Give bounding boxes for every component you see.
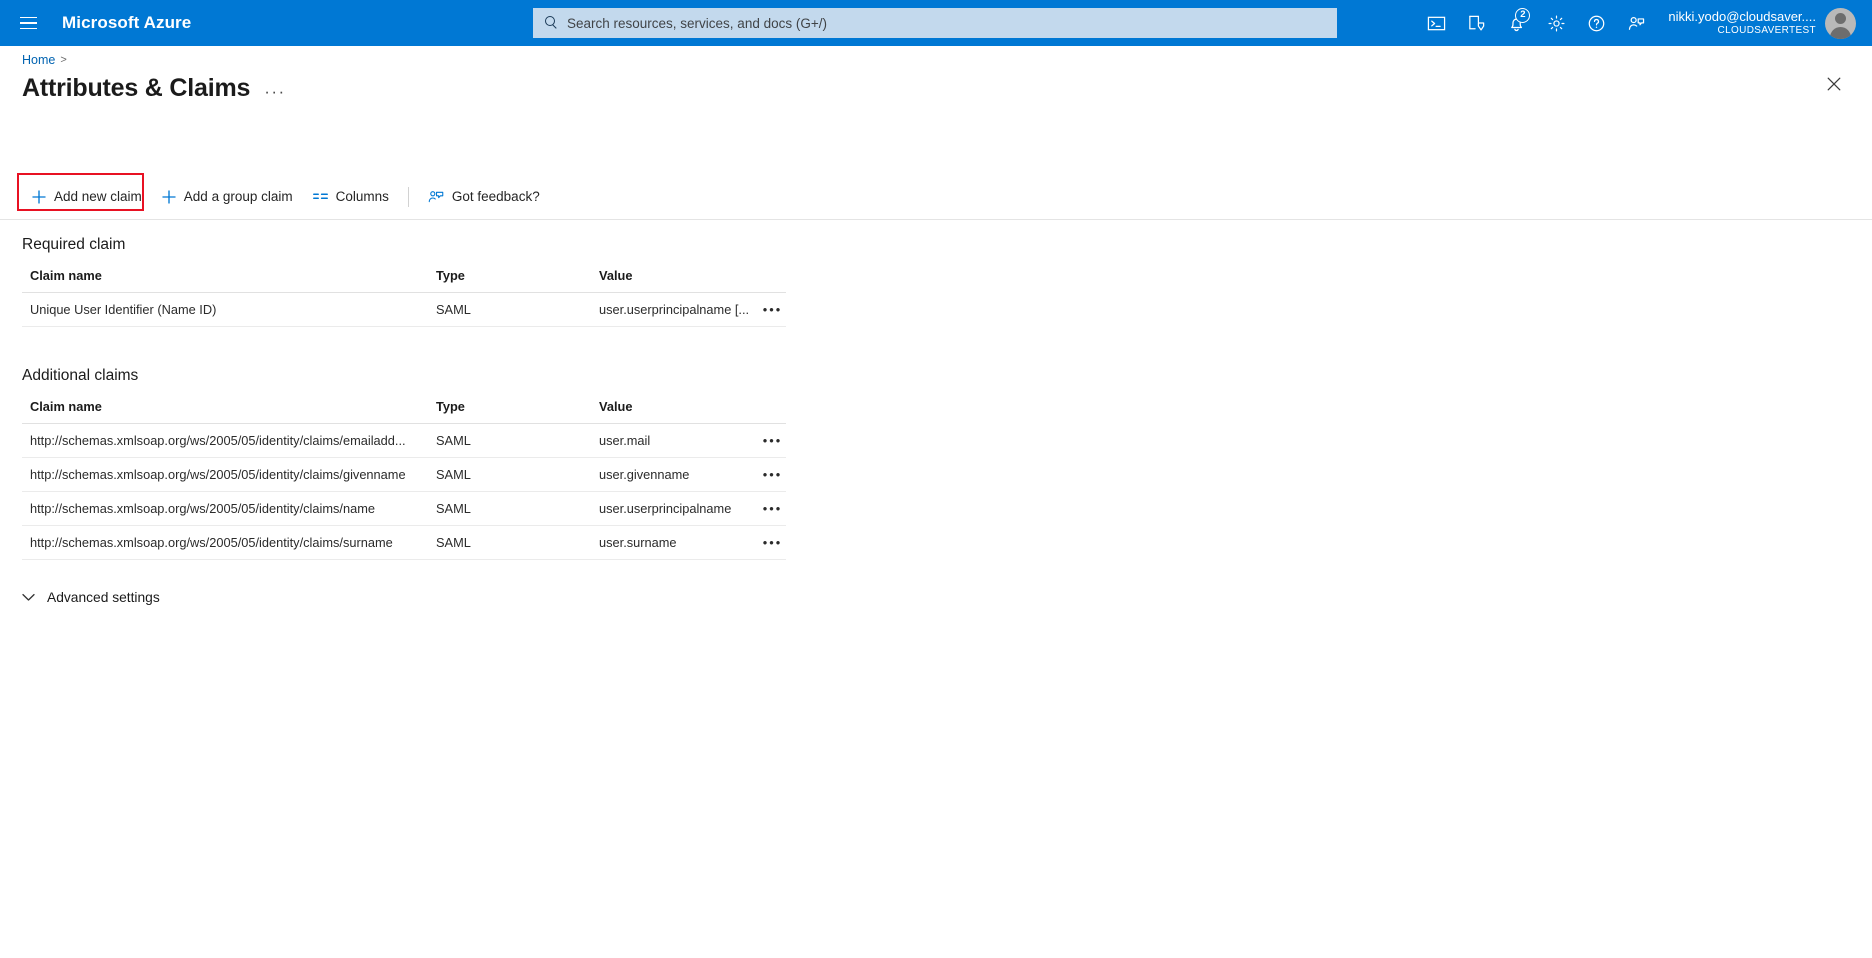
- row-context-menu-icon[interactable]: •••: [751, 526, 786, 560]
- cell-claim-name: http://schemas.xmlsoap.org/ws/2005/05/id…: [22, 492, 428, 526]
- table-row[interactable]: http://schemas.xmlsoap.org/ws/2005/05/id…: [22, 492, 786, 526]
- row-context-menu-icon[interactable]: •••: [751, 458, 786, 492]
- columns-label: Columns: [336, 189, 389, 204]
- row-context-menu-icon[interactable]: •••: [751, 293, 786, 327]
- plus-icon: [162, 190, 176, 204]
- column-header-claim-name[interactable]: Claim name: [22, 399, 428, 424]
- user-text: nikki.yodo@cloudsaver.... CLOUDSAVERTEST: [1668, 9, 1816, 37]
- column-header-type[interactable]: Type: [428, 399, 591, 424]
- table-row[interactable]: http://schemas.xmlsoap.org/ws/2005/05/id…: [22, 526, 786, 560]
- header-actions: 2 nikki.yodo@cloudsaver....: [1416, 0, 1872, 46]
- user-name: nikki.yodo@cloudsaver....: [1668, 9, 1816, 24]
- column-header-value[interactable]: Value: [591, 399, 751, 424]
- columns-icon: [313, 191, 328, 203]
- cell-claim-name: http://schemas.xmlsoap.org/ws/2005/05/id…: [22, 526, 428, 560]
- more-options-icon[interactable]: ···: [264, 76, 285, 102]
- cell-value: user.givenname: [591, 458, 751, 492]
- column-header-claim-name[interactable]: Claim name: [22, 268, 428, 293]
- got-feedback-label: Got feedback?: [452, 189, 540, 204]
- additional-claims-heading: Additional claims: [22, 367, 812, 385]
- table-header-row: Claim name Type Value: [22, 268, 786, 293]
- azure-brand-label[interactable]: Microsoft Azure: [62, 13, 191, 33]
- cell-value: user.surname: [591, 526, 751, 560]
- cell-type: SAML: [428, 424, 591, 458]
- cell-type: SAML: [428, 458, 591, 492]
- add-group-claim-label: Add a group claim: [184, 189, 293, 204]
- cell-claim-name: Unique User Identifier (Name ID): [22, 293, 428, 327]
- table-row[interactable]: http://schemas.xmlsoap.org/ws/2005/05/id…: [22, 458, 786, 492]
- directories-subscriptions-icon[interactable]: [1456, 0, 1496, 46]
- breadcrumb-item-home[interactable]: Home: [22, 53, 55, 67]
- add-new-claim-button[interactable]: Add new claim: [22, 181, 152, 213]
- cell-type: SAML: [428, 526, 591, 560]
- cell-claim-name: http://schemas.xmlsoap.org/ws/2005/05/id…: [22, 424, 428, 458]
- cell-value: user.userprincipalname: [591, 492, 751, 526]
- column-header-actions: [751, 399, 786, 424]
- plus-icon: [32, 190, 46, 204]
- hamburger-icon[interactable]: [4, 0, 52, 46]
- breadcrumb: Home >: [22, 53, 67, 67]
- table-row[interactable]: Unique User Identifier (Name ID) SAML us…: [22, 293, 786, 327]
- attributes-claims-blade: Home > Attributes & Claims ··· Add new c…: [0, 46, 1872, 958]
- column-header-type[interactable]: Type: [428, 268, 591, 293]
- row-context-menu-icon[interactable]: •••: [751, 424, 786, 458]
- chevron-right-icon: >: [60, 54, 66, 66]
- table-header-row: Claim name Type Value: [22, 399, 786, 424]
- command-bar: Add new claim Add a group claim Columns: [0, 174, 1872, 220]
- user-account-button[interactable]: nikki.yodo@cloudsaver.... CLOUDSAVERTEST: [1656, 0, 1872, 46]
- got-feedback-button[interactable]: Got feedback?: [418, 181, 550, 213]
- help-icon[interactable]: [1576, 0, 1616, 46]
- notification-badge: 2: [1515, 8, 1530, 23]
- row-context-menu-icon[interactable]: •••: [751, 492, 786, 526]
- title-row: Attributes & Claims ···: [22, 74, 286, 103]
- section-spacer: [22, 327, 812, 367]
- settings-gear-icon[interactable]: [1536, 0, 1576, 46]
- required-claims-table: Claim name Type Value Unique User Identi…: [22, 268, 786, 327]
- feedback-icon: [428, 189, 444, 204]
- user-tenant: CLOUDSAVERTEST: [1668, 24, 1816, 37]
- required-claim-heading: Required claim: [22, 236, 812, 254]
- claims-content: Required claim Claim name Type Value Uni…: [22, 236, 812, 605]
- chevron-down-icon: [22, 593, 35, 602]
- columns-button[interactable]: Columns: [303, 181, 399, 213]
- feedback-icon[interactable]: [1616, 0, 1656, 46]
- cloud-shell-icon[interactable]: [1416, 0, 1456, 46]
- notifications-icon[interactable]: 2: [1496, 0, 1536, 46]
- close-icon[interactable]: [1818, 68, 1850, 100]
- advanced-settings-toggle[interactable]: Advanced settings: [22, 590, 222, 605]
- add-group-claim-button[interactable]: Add a group claim: [152, 181, 303, 213]
- azure-top-header: Microsoft Azure 2: [0, 0, 1872, 46]
- cell-claim-name: http://schemas.xmlsoap.org/ws/2005/05/id…: [22, 458, 428, 492]
- search-icon: [543, 15, 559, 31]
- add-new-claim-label: Add new claim: [54, 189, 142, 204]
- cell-value: user.mail: [591, 424, 751, 458]
- toolbar-divider: [408, 187, 409, 207]
- additional-claims-table: Claim name Type Value http://schemas.xml…: [22, 399, 786, 560]
- table-row[interactable]: http://schemas.xmlsoap.org/ws/2005/05/id…: [22, 424, 786, 458]
- column-header-actions: [751, 268, 786, 293]
- column-header-value[interactable]: Value: [591, 268, 751, 293]
- global-search-box[interactable]: [533, 8, 1337, 38]
- avatar[interactable]: [1825, 8, 1856, 39]
- advanced-settings-label: Advanced settings: [47, 590, 160, 605]
- search-input[interactable]: [567, 16, 1327, 31]
- cell-value: user.userprincipalname [...: [591, 293, 751, 327]
- page-title: Attributes & Claims: [22, 74, 250, 103]
- cell-type: SAML: [428, 293, 591, 327]
- cell-type: SAML: [428, 492, 591, 526]
